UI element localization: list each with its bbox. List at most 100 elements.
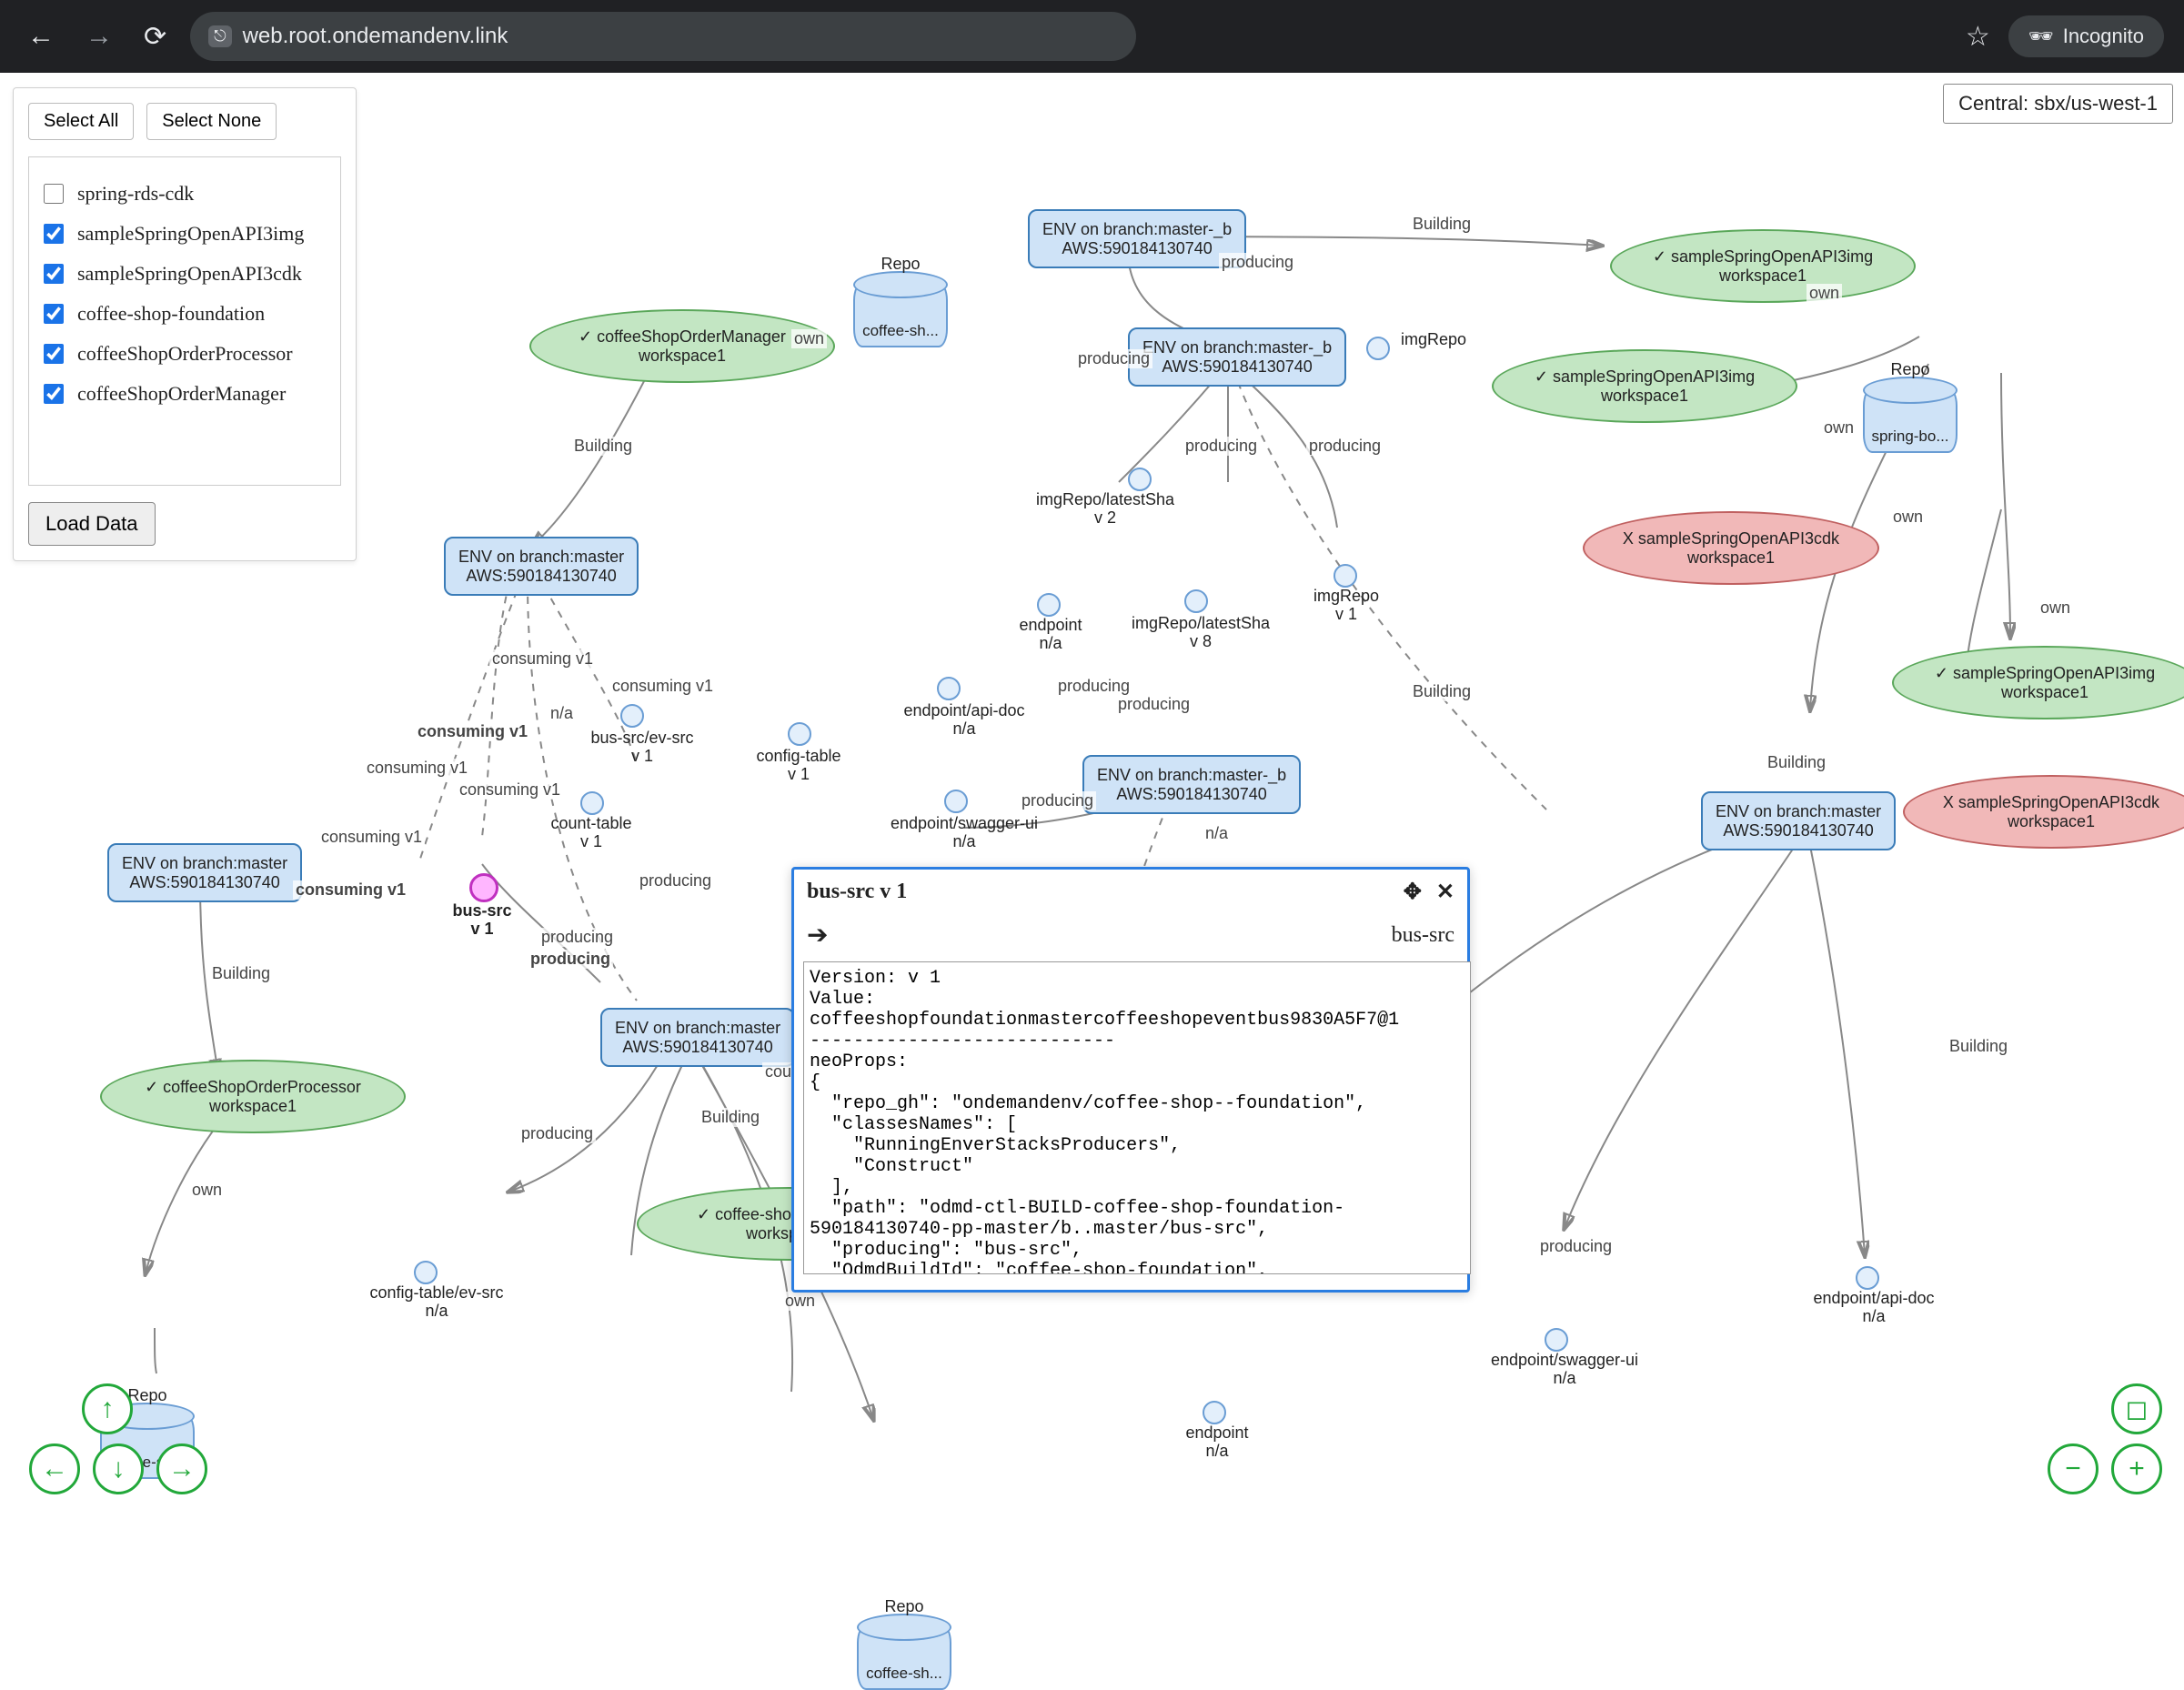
edge-label: producing	[1115, 695, 1193, 714]
endpoint-node[interactable]	[1856, 1266, 1879, 1290]
endpoint-label: imgRepo	[1401, 331, 1466, 349]
workspace-oval[interactable]: ✓ coffeeShopOrderProcessorworkspace1	[100, 1060, 406, 1133]
edge-label: own	[2038, 599, 2073, 618]
edge-label: consuming v1	[489, 649, 596, 669]
edge-label: own	[189, 1181, 225, 1200]
oval-label: ✓ coffeeShopOrderProcessorworkspace1	[145, 1078, 361, 1115]
repo-cylinder[interactable]: Repospring-bo...	[1863, 387, 1958, 453]
zoom-fit-button[interactable]: ◻	[2111, 1383, 2162, 1434]
popup-close-icon[interactable]: ✕	[1436, 879, 1454, 905]
incognito-label: Incognito	[2063, 25, 2144, 48]
incognito-badge[interactable]: 🕶 Incognito	[2008, 15, 2164, 57]
edge-label: Building	[699, 1108, 762, 1127]
endpoint-node-selected[interactable]	[469, 873, 498, 902]
endpoint-node[interactable]	[937, 677, 961, 700]
nav-reload-button[interactable]: ⟳	[136, 17, 174, 56]
endpoint-node[interactable]	[1334, 564, 1357, 588]
oval-label: X sampleSpringOpenAPI3cdkworkspace1	[1943, 793, 2159, 830]
env-node-aws: AWS:590184130740	[1097, 785, 1286, 804]
repo-name: coffee-sh...	[859, 1665, 950, 1683]
workspace-oval-failed[interactable]: X sampleSpringOpenAPI3cdkworkspace1	[1903, 775, 2184, 849]
endpoint-label: config-table/ev-srcn/a	[346, 1284, 528, 1321]
repo-cylinder[interactable]: Repocoffee-sh...	[857, 1625, 951, 1690]
env-node[interactable]: ENV on branch:master AWS:590184130740	[444, 537, 639, 596]
env-node-title: ENV on branch:master	[615, 1019, 780, 1038]
env-node[interactable]: ENV on branch:master AWS:590184130740	[600, 1008, 795, 1067]
env-node-title: ENV on branch:master	[122, 854, 287, 873]
endpoint-node[interactable]	[1366, 337, 1390, 360]
env-node[interactable]: ENV on branch:master-_b AWS:590184130740	[1082, 755, 1301, 814]
endpoint-label: imgRepo/latestShav 2	[1014, 491, 1196, 528]
bookmark-star-icon[interactable]: ☆	[1966, 21, 1990, 53]
pan-right-button[interactable]: →	[156, 1444, 207, 1494]
endpoint-node[interactable]	[1128, 468, 1152, 491]
edge-label: Building	[1410, 682, 1474, 701]
endpoint-node[interactable]	[1545, 1328, 1568, 1352]
env-node[interactable]: ENV on branch:master AWS:590184130740	[1701, 791, 1896, 850]
endpoint-node[interactable]	[580, 791, 604, 815]
edge-label: producing	[1219, 253, 1296, 272]
nav-back-button[interactable]: ←	[20, 17, 62, 55]
browser-chrome: ← → ⟳ ⎋ web.root.ondemandenv.link ☆ 🕶 In…	[0, 0, 2184, 73]
edge-label: n/a	[1203, 824, 1231, 843]
edge-label: Building	[1410, 215, 1474, 234]
edge-label: Building	[209, 964, 273, 983]
endpoint-label: count-tablev 1	[528, 815, 655, 851]
oval-label: ✓ coffeeShopOrderManagerworkspace1	[579, 327, 786, 365]
endpoint-node[interactable]	[1184, 589, 1208, 613]
popup-breadcrumb: bus-src	[1392, 923, 1454, 948]
env-node-aws: AWS:590184130740	[458, 567, 624, 586]
edge-label: consuming v1	[415, 722, 530, 741]
env-node[interactable]: ENV on branch:master AWS:590184130740	[107, 843, 302, 902]
env-node[interactable]: ENV on branch:master-_b AWS:590184130740	[1128, 327, 1346, 387]
oval-label: ✓ sampleSpringOpenAPI3imgworkspace1	[1653, 247, 1873, 285]
repo-name: coffee-sh...	[855, 322, 946, 340]
repo-label: Repo	[859, 1597, 950, 1616]
env-node[interactable]: ENV on branch:master-_b AWS:590184130740	[1028, 209, 1246, 268]
workspace-oval[interactable]: ✓ sampleSpringOpenAPI3imgworkspace1	[1492, 349, 1797, 423]
endpoint-node[interactable]	[414, 1261, 438, 1284]
endpoint-label: endpointn/a	[1162, 1424, 1272, 1461]
endpoint-node[interactable]	[788, 722, 811, 746]
endpoint-label: config-tablev 1	[735, 748, 862, 784]
edge-label: producing	[1019, 791, 1096, 810]
oval-label: ✓ sampleSpringOpenAPI3imgworkspace1	[1935, 664, 2155, 701]
site-info-icon[interactable]: ⎋	[208, 25, 231, 47]
edge-label: producing	[637, 871, 714, 890]
popup-title: bus-src v 1	[807, 880, 907, 904]
workspace-oval[interactable]: ✓ sampleSpringOpenAPI3imgworkspace1	[1892, 646, 2184, 719]
edge-label: n/a	[548, 704, 576, 723]
pan-left-button[interactable]: ←	[29, 1444, 80, 1494]
edge-label: consuming v1	[609, 677, 716, 696]
nav-forward-button[interactable]: →	[78, 17, 120, 55]
endpoint-node[interactable]	[1037, 593, 1061, 617]
oval-label: X sampleSpringOpenAPI3cdkworkspace1	[1623, 529, 1839, 567]
repo-cylinder[interactable]: Repocoffee-sh...	[853, 282, 948, 347]
edge-label: own	[791, 329, 827, 348]
oval-label: ✓ sampleSpringOpenAPI3imgworkspace1	[1535, 367, 1755, 405]
popup-back-icon[interactable]: ➔	[807, 920, 828, 951]
edge-label: producing	[1075, 349, 1152, 368]
zoom-in-button[interactable]: +	[2111, 1444, 2162, 1494]
workspace-oval[interactable]: ✓ sampleSpringOpenAPI3imgworkspace1	[1610, 229, 1916, 303]
edge-label: own	[782, 1292, 818, 1311]
node-detail-popup[interactable]: bus-src v 1 ✥ ✕ ➔ bus-src	[791, 867, 1470, 1293]
edge-label: producing	[518, 1124, 596, 1143]
env-node-title: ENV on branch:master	[458, 548, 624, 567]
workspace-oval[interactable]: ✓ coffeeShopOrderManagerworkspace1	[529, 309, 835, 383]
edge-label: producing	[528, 950, 613, 969]
endpoint-node[interactable]	[620, 704, 644, 728]
url-bar[interactable]: ⎋ web.root.ondemandenv.link	[190, 12, 1136, 61]
endpoint-node[interactable]	[1203, 1401, 1226, 1424]
edge-label: Building	[1765, 753, 1828, 772]
env-node-title: ENV on branch:master-_b	[1042, 220, 1232, 239]
pan-down-button[interactable]: ↓	[93, 1444, 144, 1494]
pan-up-button[interactable]: ↑	[82, 1383, 133, 1434]
env-node-aws: AWS:590184130740	[1716, 821, 1881, 840]
endpoint-node[interactable]	[944, 790, 968, 813]
popup-body[interactable]	[803, 961, 1471, 1274]
popup-move-icon[interactable]: ✥	[1404, 879, 1422, 905]
zoom-out-button[interactable]: −	[2048, 1444, 2098, 1494]
workspace-oval-failed[interactable]: X sampleSpringOpenAPI3cdkworkspace1	[1583, 511, 1879, 585]
env-node-aws: AWS:590184130740	[1142, 357, 1332, 377]
